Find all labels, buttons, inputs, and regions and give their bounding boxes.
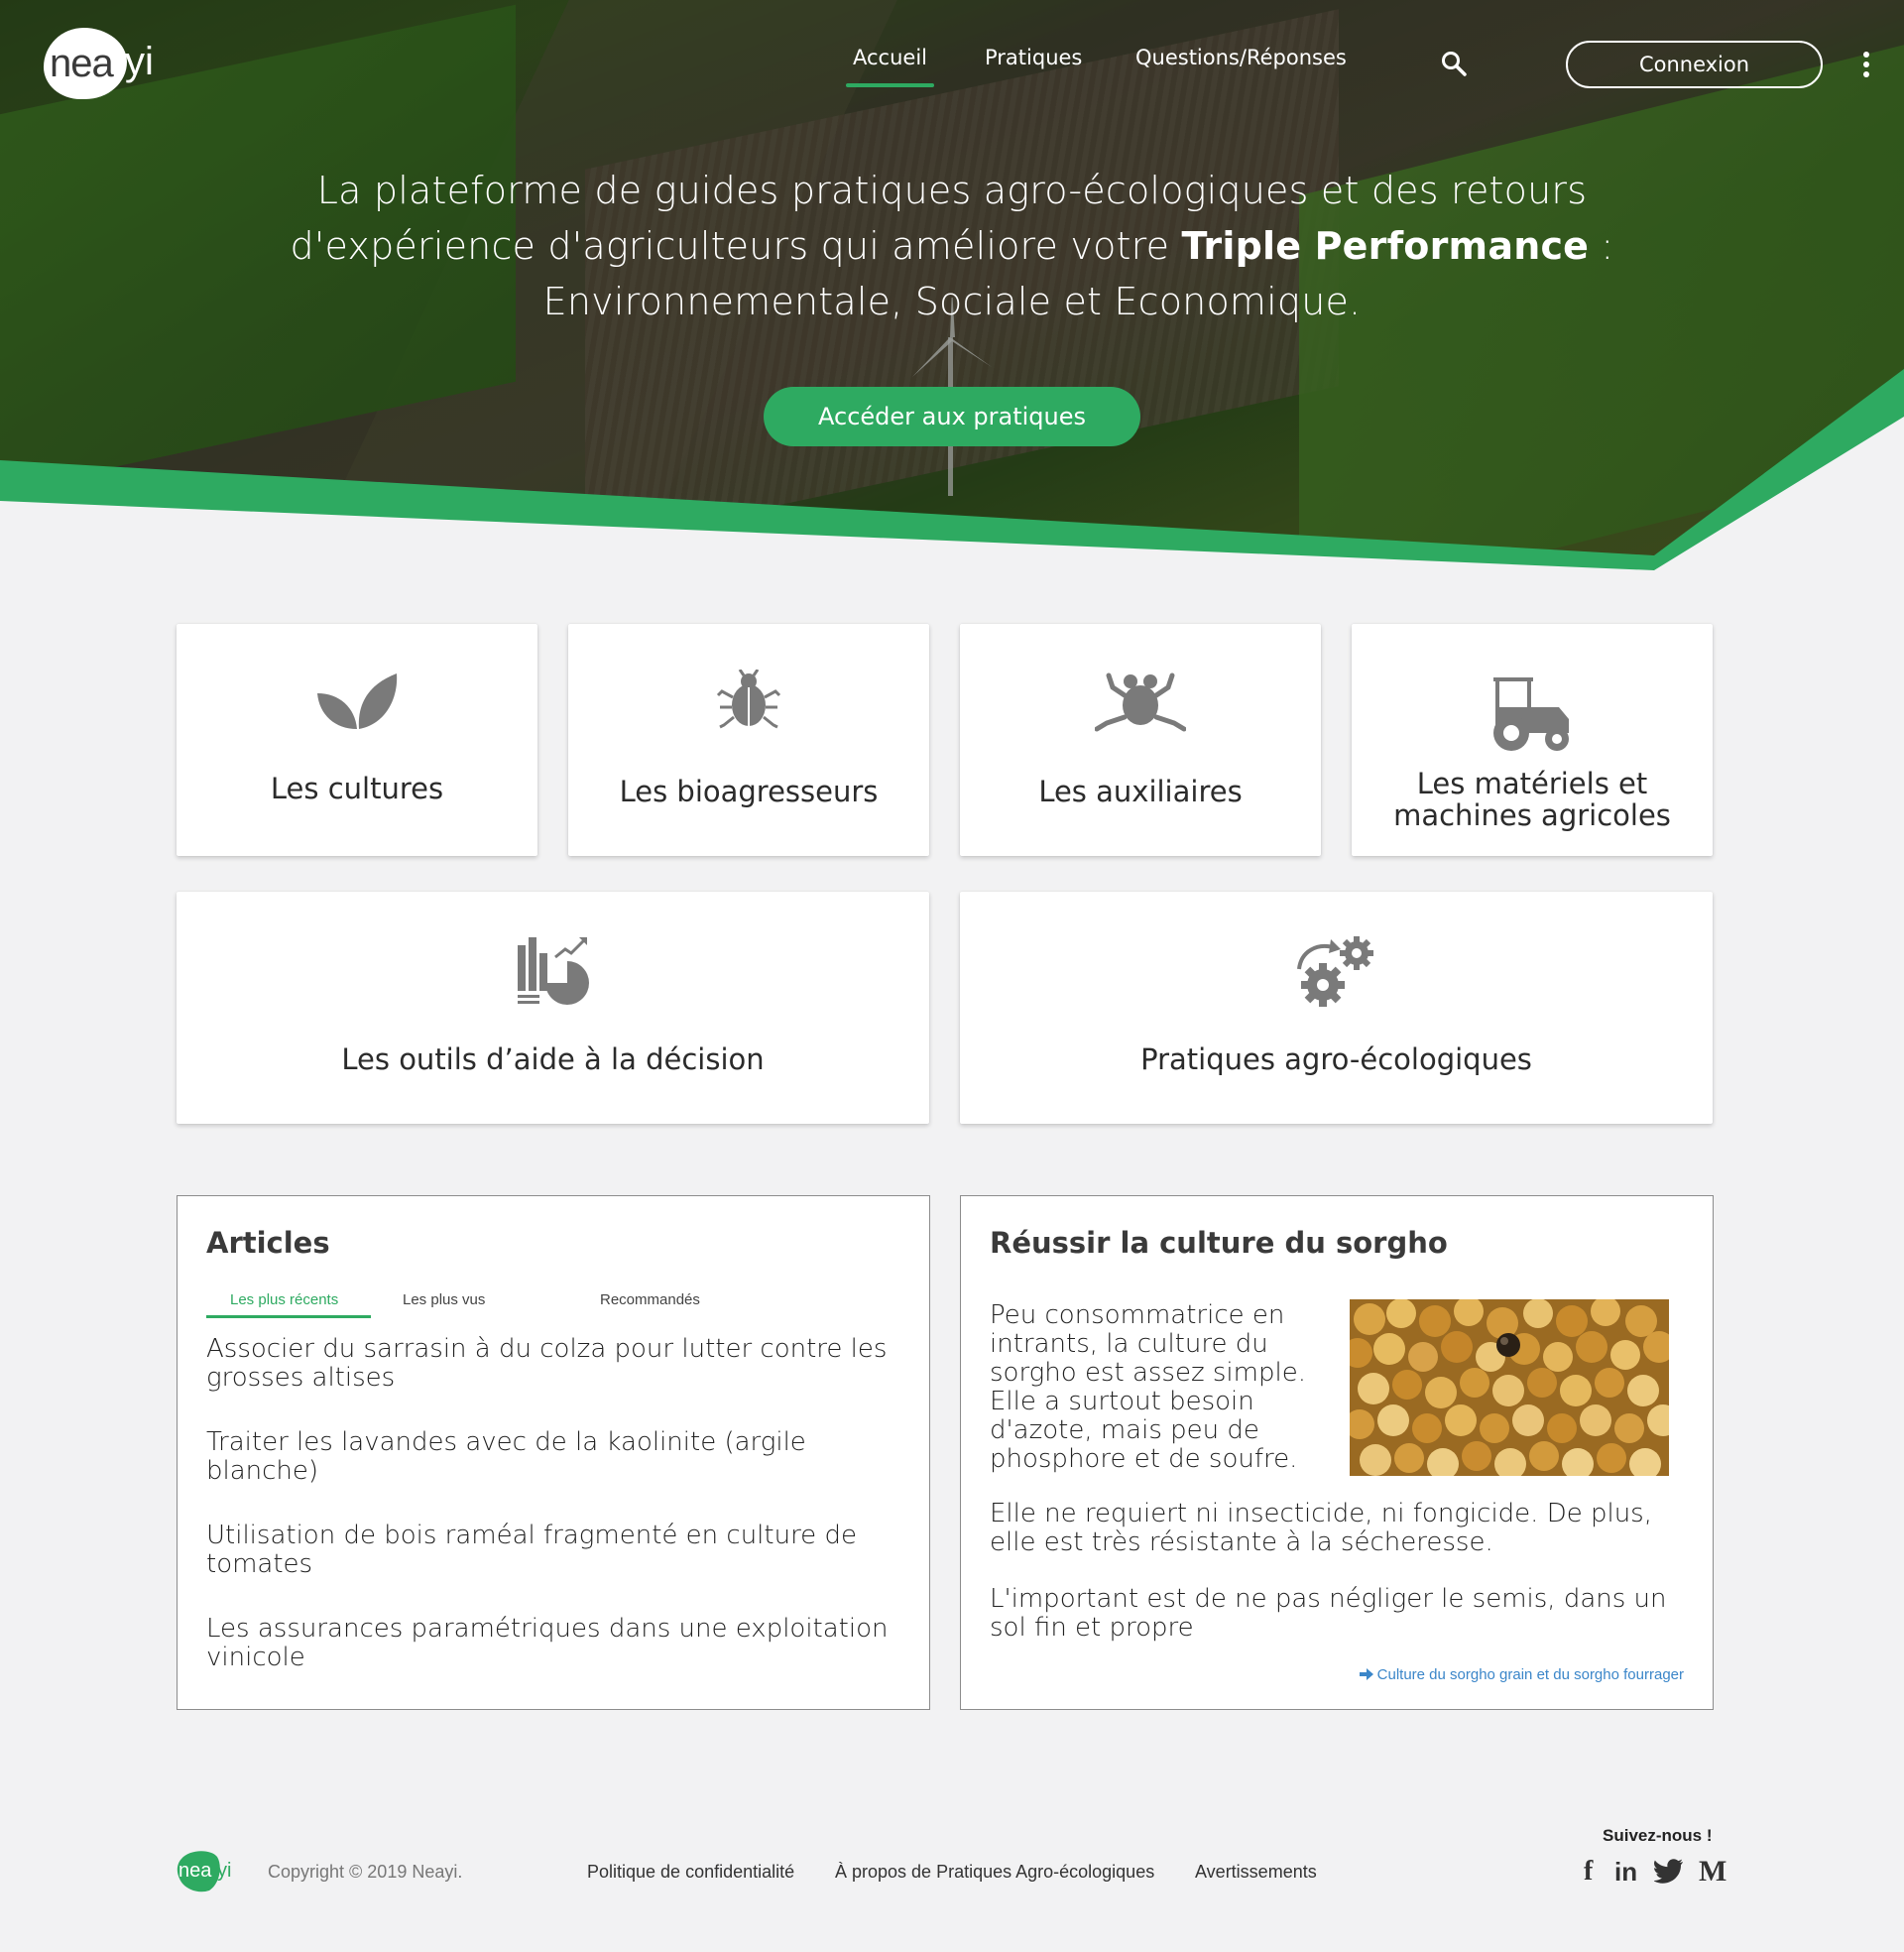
medium-icon[interactable]: M	[1699, 1857, 1726, 1887]
hero-tagline: La plateforme de guides pratiques agro-é…	[238, 163, 1666, 329]
beetle-icon	[716, 670, 781, 729]
hero-text-span: :	[1589, 224, 1614, 268]
login-button[interactable]: Connexion	[1566, 41, 1823, 88]
hero-tagline-line: d'expérience d'agriculteurs qui améliore…	[238, 218, 1666, 274]
hero-tagline-line: La plateforme de guides pratiques agro-é…	[316, 169, 1588, 212]
sorgho-panel: Réussir la culture du sorgho Peu consomm…	[960, 1195, 1714, 1710]
category-label: Les auxiliaires	[1038, 775, 1243, 808]
category-label: Les cultures	[270, 772, 444, 805]
articles-panel: Articles Les plus récents Les plus vus R…	[177, 1195, 930, 1710]
hero-text-bold: Triple Performance	[1181, 224, 1590, 268]
search-icon[interactable]	[1440, 50, 1468, 77]
category-label: Pratiques agro-écologiques	[1140, 1042, 1532, 1076]
svg-text:nea: nea	[178, 1860, 212, 1882]
tractor-icon	[1493, 677, 1569, 751]
svg-text:yi: yi	[217, 1860, 231, 1882]
category-card-bioagresseurs[interactable]: Les bioagresseurs	[568, 624, 929, 856]
hero-tagline-line: Environnementale, Sociale et Economique.	[542, 280, 1362, 323]
category-label: Les outils d’aide à la décision	[341, 1042, 765, 1076]
nav-item-questions[interactable]: Questions/Réponses	[1135, 46, 1347, 69]
sorgho-link-text: Culture du sorgho grain et du sorgho fou…	[1376, 1666, 1684, 1683]
sorgho-title: Réussir la culture du sorgho	[990, 1226, 1448, 1260]
articles-title: Articles	[206, 1226, 330, 1260]
gears-icon	[1296, 936, 1373, 1007]
category-label-line: machines agricoles	[1393, 798, 1671, 832]
hero-text-span: d'expérience d'agriculteurs qui améliore…	[290, 224, 1182, 268]
articles-tabs: Les plus récents Les plus vus Recommandé…	[206, 1291, 841, 1319]
linkedin-icon[interactable]: in	[1614, 1857, 1637, 1887]
tab-recent[interactable]: Les plus récents	[230, 1291, 338, 1308]
article-link[interactable]: Utilisation de bois raméal fragmenté en …	[206, 1522, 900, 1579]
sorgho-paragraph: Elle ne requiert ni insecticide, ni fong…	[990, 1499, 1652, 1557]
facebook-icon[interactable]: f	[1584, 1857, 1593, 1887]
nav-item-accueil[interactable]: Accueil	[846, 46, 934, 87]
active-tab-indicator	[206, 1315, 371, 1318]
sorgho-paragraph: Peu consommatrice en intrants, la cultur…	[990, 1300, 1306, 1474]
tab-recommended[interactable]: Recommandés	[600, 1291, 700, 1308]
follow-us-label: Suivez-nous !	[1603, 1826, 1713, 1845]
footer-link-disclaimer[interactable]: Avertissements	[1195, 1862, 1317, 1883]
decision-tools-icon	[517, 937, 589, 1005]
footer-neayi-logo[interactable]: nea yi	[176, 1849, 243, 1892]
category-card-materiels[interactable]: Les matériels et machines agricoles	[1352, 624, 1713, 856]
access-practices-button[interactable]: Accéder aux pratiques	[764, 387, 1140, 446]
article-link[interactable]: Les assurances paramétriques dans une ex…	[206, 1615, 900, 1672]
category-label: Les bioagresseurs	[619, 775, 879, 808]
category-card-pratiques[interactable]: Pratiques agro-écologiques	[960, 892, 1713, 1124]
article-list: Associer du sarrasin à du colza pour lut…	[206, 1335, 900, 1708]
article-link[interactable]: Associer du sarrasin à du colza pour lut…	[206, 1335, 900, 1393]
footer-link-about[interactable]: À propos de Pratiques Agro-écologiques	[835, 1862, 1154, 1883]
nav-item-pratiques[interactable]: Pratiques	[985, 46, 1082, 69]
sorgho-grains-image	[1350, 1299, 1669, 1476]
kebab-menu-icon[interactable]	[1858, 50, 1874, 79]
article-link[interactable]: Traiter les lavandes avec de la kaolinit…	[206, 1428, 900, 1486]
category-label: Les matériels et machines agricoles	[1362, 768, 1703, 831]
category-label-line: Les matériels et	[1416, 767, 1648, 800]
category-card-cultures[interactable]: Les cultures	[177, 624, 537, 856]
footer-link-privacy[interactable]: Politique de confidentialité	[587, 1862, 794, 1883]
leaves-icon	[317, 673, 398, 729]
twitter-icon[interactable]	[1654, 1857, 1684, 1887]
category-card-outils[interactable]: Les outils d’aide à la décision	[177, 892, 929, 1124]
tab-most-viewed[interactable]: Les plus vus	[403, 1291, 485, 1308]
category-card-auxiliaires[interactable]: Les auxiliaires	[960, 624, 1321, 856]
sorgho-article-link[interactable]: Culture du sorgho grain et du sorgho fou…	[1359, 1666, 1684, 1683]
frog-icon	[1095, 672, 1186, 732]
hero-banner: nea yi Accueil Pratiques Questions/Répon…	[0, 0, 1904, 570]
arrow-right-icon	[1359, 1668, 1373, 1680]
sorgho-paragraph: L'important est de ne pas négliger le se…	[990, 1584, 1667, 1643]
copyright-text: Copyright © 2019 Neayi.	[268, 1862, 463, 1882]
